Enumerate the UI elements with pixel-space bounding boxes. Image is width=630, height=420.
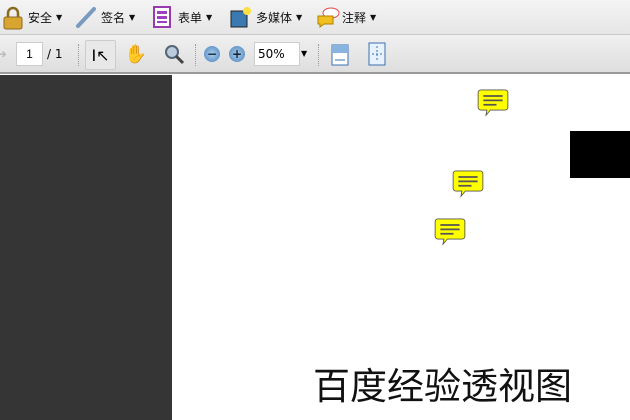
zoom-in-button[interactable]: +: [229, 46, 245, 62]
zoom-out-button[interactable]: −: [204, 46, 220, 62]
chevron-down-icon: ▼: [206, 12, 213, 22]
menu-security[interactable]: 安全 ▼: [2, 6, 63, 30]
next-page-icon[interactable]: ➜: [0, 45, 8, 63]
zoom-dropdown-chevron-icon[interactable]: ▼: [301, 49, 307, 58]
chevron-down-icon: ▼: [370, 12, 377, 22]
comment-icon: [316, 6, 340, 28]
hand-tool-button[interactable]: ✋: [124, 42, 148, 66]
fit-width-icon: [331, 44, 349, 66]
magnifier-icon: [165, 45, 185, 65]
comment-note-icon[interactable]: [450, 170, 486, 198]
text-cursor-arrow-icon: I↖: [91, 45, 110, 65]
lock-icon: [2, 6, 24, 30]
navigation-toolbar: ➜ / 1 I↖ ✋ − + 50% ▼: [0, 35, 630, 74]
menu-forms[interactable]: 表单 ▼: [152, 6, 212, 28]
menu-toolbar: 安全 ▼ 签名 ▼ 表单 ▼ 多媒体 ▼ 注释 ▼: [0, 0, 630, 35]
fit-page-button[interactable]: [368, 42, 386, 66]
menu-sign[interactable]: 签名 ▼: [75, 6, 135, 28]
document-title: 百度经验透视图: [313, 365, 572, 408]
select-tool-button[interactable]: I↖: [85, 40, 116, 70]
navigation-pane: [0, 75, 172, 420]
page-number-input[interactable]: [16, 42, 43, 66]
page-total: / 1: [47, 47, 63, 61]
hand-icon: ✋: [124, 43, 148, 65]
pen-icon: [75, 6, 97, 28]
minus-icon: −: [206, 47, 218, 61]
fit-page-icon: [368, 42, 386, 66]
black-rectangle: [570, 131, 630, 178]
plus-icon: +: [231, 47, 243, 61]
fit-width-button[interactable]: [331, 44, 349, 66]
comment-note-icon[interactable]: [475, 89, 511, 117]
marquee-zoom-button[interactable]: [162, 42, 186, 66]
multimedia-icon: [230, 6, 252, 28]
chevron-down-icon: ▼: [296, 12, 303, 22]
zoom-level-input[interactable]: 50%: [254, 42, 300, 66]
chevron-down-icon: ▼: [129, 12, 136, 22]
form-icon: [152, 6, 174, 28]
menu-comments[interactable]: 注释 ▼: [316, 6, 376, 28]
comment-note-icon[interactable]: [432, 218, 468, 246]
chevron-down-icon: ▼: [56, 12, 63, 22]
menu-multimedia[interactable]: 多媒体 ▼: [230, 6, 302, 28]
